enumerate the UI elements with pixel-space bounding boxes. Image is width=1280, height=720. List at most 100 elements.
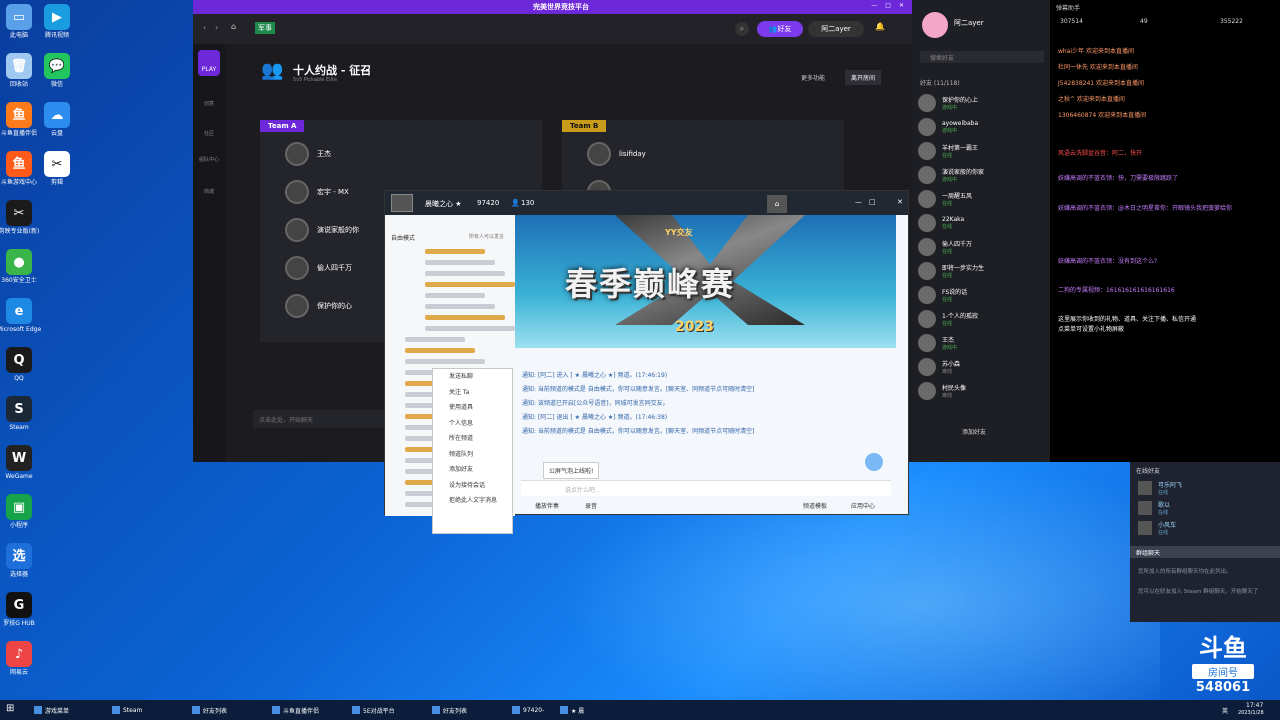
sidebar-item-community[interactable]: 社区: [197, 130, 221, 137]
steam-friend[interactable]: 可乐阿飞 在线: [1138, 480, 1182, 496]
desktop-icon[interactable]: Q QQ: [0, 347, 42, 382]
desktop-icon[interactable]: S Steam: [0, 396, 42, 431]
desktop-icon[interactable]: ♪ 网易云: [0, 641, 42, 676]
context-menu-item[interactable]: 关注 Ta: [433, 385, 512, 401]
member-row[interactable]: [405, 337, 465, 342]
friend-group-header[interactable]: 好友 (11/118): [920, 78, 960, 87]
search-icon[interactable]: ⌕: [735, 22, 749, 36]
desktop-icon[interactable]: ▣ 小程序: [0, 494, 42, 529]
template-button[interactable]: 频道模板: [803, 501, 827, 510]
group-chat-header[interactable]: 群组聊天: [1130, 546, 1280, 558]
taskbar-item[interactable]: 斗鱼直播伴侣: [268, 703, 323, 717]
chat-input[interactable]: 点击此处，开始聊天: [253, 410, 393, 428]
member-row[interactable]: [425, 271, 505, 276]
steam-friend[interactable]: 小风车 在线: [1138, 520, 1176, 536]
ime-indicator[interactable]: 英: [1222, 706, 1228, 715]
member-row[interactable]: [425, 282, 515, 287]
friend-item[interactable]: ayoweibaba 游戏中: [918, 118, 978, 136]
desktop-icon[interactable]: ✂ 剪映专业版(新): [0, 200, 42, 235]
home-icon[interactable]: ⌂: [231, 22, 236, 31]
close-icon[interactable]: ✕: [897, 198, 903, 206]
more-features-button[interactable]: 更多功能: [801, 73, 825, 82]
desktop-icon[interactable]: ▶ 腾讯视频: [34, 4, 80, 39]
member-row[interactable]: [405, 348, 475, 353]
taskbar-item[interactable]: ★ 晨: [556, 703, 588, 717]
close-icon[interactable]: ✕: [899, 2, 904, 9]
member-row[interactable]: [425, 293, 485, 298]
avatar[interactable]: [922, 12, 948, 38]
play-button[interactable]: PLAY: [198, 50, 220, 76]
bubble-notice[interactable]: 公屏气泡上线啦!: [543, 462, 600, 479]
windows-start-icon[interactable]: ⊞: [6, 703, 14, 714]
team-b-player[interactable]: lisifiday: [587, 142, 646, 166]
team-a-player[interactable]: 王杰: [285, 142, 331, 166]
friend-item[interactable]: 苏小森 离线: [918, 358, 960, 376]
taskbar-item[interactable]: 好友列表: [188, 703, 231, 717]
context-menu-item[interactable]: 所在频道: [433, 431, 512, 447]
context-menu-item[interactable]: 频道队列: [433, 447, 512, 463]
desktop-icon[interactable]: ☁ 云盘: [34, 102, 80, 137]
desktop-icon[interactable]: 选选择器: [0, 543, 42, 578]
friend-item[interactable]: 一周醒五风 在线: [918, 190, 972, 208]
sidebar-item-shop[interactable]: 商城: [197, 188, 221, 195]
member-row[interactable]: [425, 249, 485, 254]
clock-time[interactable]: 17:47: [1246, 702, 1263, 709]
context-menu-item[interactable]: 发送私聊: [433, 369, 512, 385]
desktop-icon[interactable]: G 罗技G HUB: [0, 592, 42, 627]
friend-item[interactable]: 村民头像 离线: [918, 382, 966, 400]
message-input[interactable]: 说点什么吧...: [521, 480, 891, 496]
home-tab-icon[interactable]: ⌂: [767, 195, 787, 213]
taskbar-item[interactable]: Steam: [108, 703, 146, 717]
clock-date[interactable]: 2023/1/28: [1238, 710, 1264, 716]
taskbar-item[interactable]: 97420-: [508, 703, 548, 717]
friend-item[interactable]: 22Kaka 在线: [918, 214, 964, 232]
desktop-icon[interactable]: ✂ 剪辑: [34, 151, 80, 186]
maximize-icon[interactable]: □: [885, 2, 891, 9]
taskbar-item[interactable]: 好友列表: [428, 703, 471, 717]
friend-search-input[interactable]: 搜索好友: [920, 51, 1044, 63]
team-a-player[interactable]: 偷人四千万: [285, 256, 352, 280]
bell-icon[interactable]: 🔔: [875, 22, 885, 31]
member-row[interactable]: [425, 260, 495, 265]
settings-icon[interactable]: [865, 453, 883, 471]
add-friend-button[interactable]: 添加好友: [962, 427, 986, 436]
member-row[interactable]: [425, 304, 495, 309]
friend-item[interactable]: 偷人四千万 在线: [918, 238, 972, 256]
desktop-icon[interactable]: 💬 微信: [34, 53, 80, 88]
context-menu-item[interactable]: 拒绝此人文字消息: [433, 493, 512, 509]
taskbar-item[interactable]: 5E对战平台: [348, 703, 399, 717]
channel-mode[interactable]: 自由模式: [391, 233, 415, 242]
nav-tag[interactable]: 军事: [255, 22, 275, 34]
forward-icon[interactable]: ›: [215, 23, 218, 32]
desktop-icon[interactable]: W WeGame: [0, 445, 42, 480]
minimize-icon[interactable]: —: [871, 2, 877, 9]
team-a-player[interactable]: 保护你的心: [285, 294, 352, 318]
friend-item[interactable]: 1-个人的孤寂 在线: [918, 310, 978, 328]
friend-item[interactable]: 王杰 游戏中: [918, 334, 957, 352]
app-center-button[interactable]: 应用中心: [851, 501, 875, 510]
steam-friend[interactable]: 歌以 在线: [1138, 500, 1170, 516]
taskbar-item[interactable]: 游戏菜单: [30, 703, 73, 717]
event-banner[interactable]: YY交友 春季巅峰赛 2023: [515, 215, 896, 348]
team-a-player[interactable]: 演说家般的你: [285, 218, 359, 242]
member-row[interactable]: [405, 359, 485, 364]
context-menu-item[interactable]: 添加好友: [433, 462, 512, 478]
context-menu-item[interactable]: 个人信息: [433, 416, 512, 432]
desktop-icon[interactable]: ● 360安全卫士: [0, 249, 42, 284]
friends-button[interactable]: 👥 好友: [757, 21, 803, 37]
member-row[interactable]: [425, 315, 505, 320]
back-icon[interactable]: ‹: [203, 23, 206, 32]
friend-item[interactable]: 保护你的心上 游戏中: [918, 94, 978, 112]
friend-item[interactable]: FS说的话 在线: [918, 286, 967, 304]
friend-item[interactable]: 即将一步实力生 在线: [918, 262, 984, 280]
maximize-icon[interactable]: □: [869, 198, 876, 206]
desktop-icon[interactable]: e Microsoft Edge: [0, 298, 42, 333]
leave-room-button[interactable]: 离开房间: [845, 70, 882, 85]
minimize-icon[interactable]: —: [855, 198, 862, 206]
sidebar-item-team[interactable]: 组队中心: [197, 156, 221, 163]
team-a-player[interactable]: 宏宇 - MX: [285, 180, 349, 204]
context-menu-item[interactable]: 使用道具: [433, 400, 512, 416]
friend-item[interactable]: 羊村第一霸王 在线: [918, 142, 978, 160]
record-button[interactable]: 录音: [585, 501, 597, 510]
user-chip[interactable]: 阿二ayer: [808, 21, 864, 37]
